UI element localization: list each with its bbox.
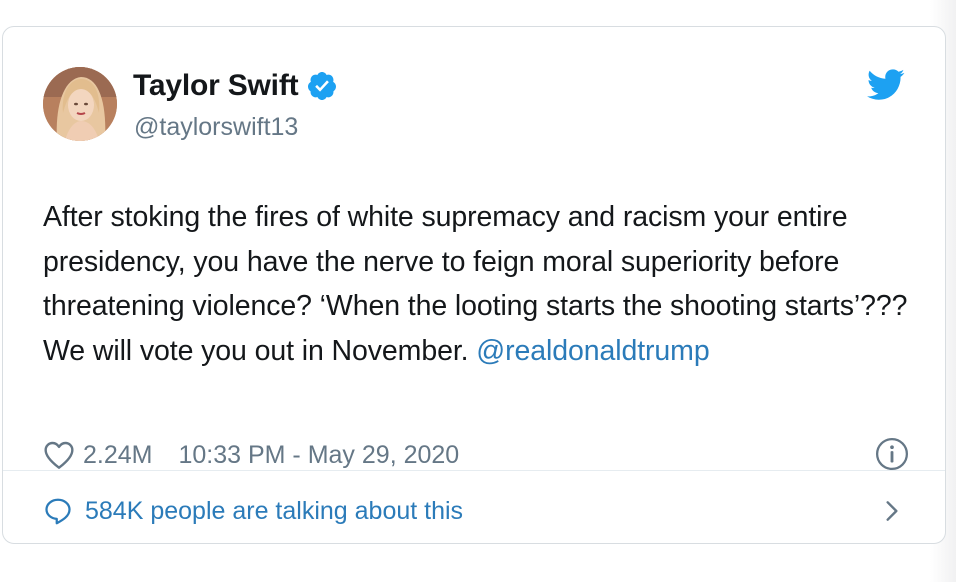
author-name-row[interactable]: Taylor Swift xyxy=(133,67,338,105)
twitter-bird-icon[interactable] xyxy=(867,69,905,101)
tweet-meta-row: 2.24M 10:33 PM - May 29, 2020 xyxy=(43,437,459,473)
conversation-text[interactable]: 584K people are talking about this xyxy=(85,497,463,526)
info-icon[interactable] xyxy=(875,437,909,471)
conversation-link[interactable]: 584K people are talking about this xyxy=(43,491,905,531)
chevron-right-icon[interactable] xyxy=(879,497,905,525)
verified-badge-icon xyxy=(308,72,337,100)
avatar-image xyxy=(43,67,117,141)
author-display-name[interactable]: Taylor Swift xyxy=(133,69,299,103)
speech-bubble-icon xyxy=(45,498,71,525)
author-avatar[interactable] xyxy=(43,67,117,141)
tweet-text: After stoking the fires of white suprema… xyxy=(43,195,913,373)
page-background: Taylor Swift @taylorswift13 After stokin… xyxy=(0,0,956,582)
like-count[interactable]: 2.24M xyxy=(83,441,152,470)
author-handle[interactable]: @taylorswift13 xyxy=(134,113,298,142)
tweet-timestamp[interactable]: 10:33 PM - May 29, 2020 xyxy=(178,441,459,470)
tweet-card: Taylor Swift @taylorswift13 After stokin… xyxy=(2,26,946,544)
mention-link[interactable]: @realdonaldtrump xyxy=(476,335,709,367)
card-divider xyxy=(3,470,945,471)
heart-icon[interactable] xyxy=(43,440,75,470)
